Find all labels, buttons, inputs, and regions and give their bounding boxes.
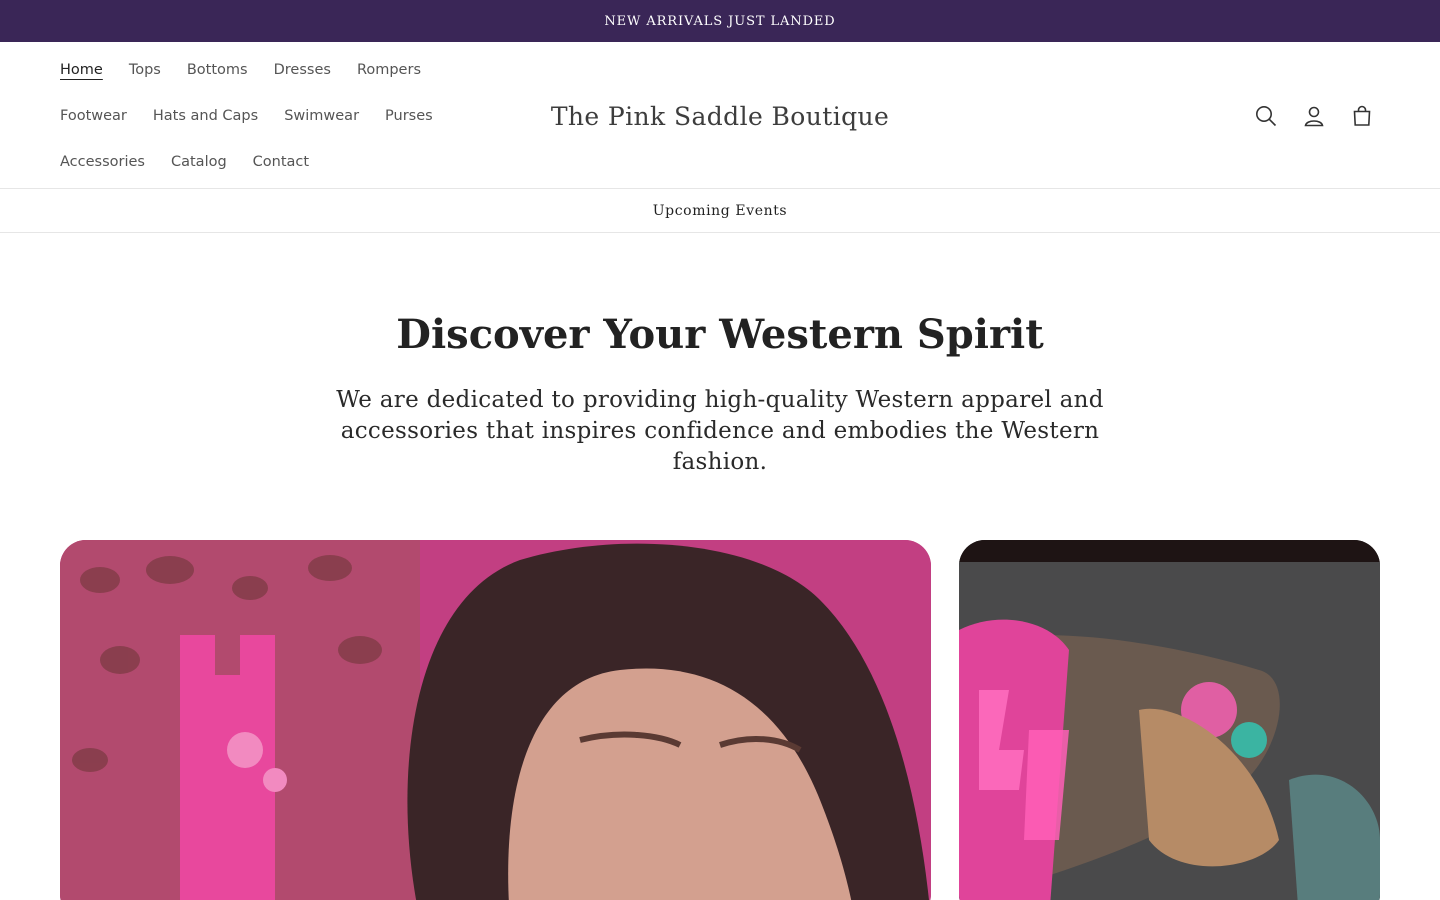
search-icon	[1256, 106, 1277, 127]
nav-catalog[interactable]: Catalog	[171, 154, 227, 170]
search-button[interactable]	[1254, 100, 1278, 132]
nav-accessories[interactable]: Accessories	[60, 154, 145, 170]
nav-upcoming-events[interactable]: Upcoming Events	[653, 203, 787, 219]
main-nav-row-2: Footwear Hats and Caps Swimwear Purses	[60, 93, 459, 139]
nav-contact[interactable]: Contact	[253, 154, 309, 170]
header-icons	[1254, 100, 1374, 132]
nav-home[interactable]: Home	[60, 62, 103, 78]
featured-image-logo-art[interactable]	[959, 540, 1380, 900]
account-icon	[1304, 106, 1324, 127]
nav-swimwear[interactable]: Swimwear	[284, 108, 359, 124]
secondary-nav: Upcoming Events	[0, 190, 1440, 233]
nav-dresses[interactable]: Dresses	[274, 62, 331, 78]
account-button[interactable]	[1302, 100, 1326, 132]
hero-title: Discover Your Western Spirit	[396, 311, 1044, 358]
hero-subtitle: We are dedicated to providing high-quali…	[336, 387, 1104, 475]
nav-footwear[interactable]: Footwear	[60, 108, 127, 124]
cart-button[interactable]	[1350, 100, 1374, 132]
logo-art-photo	[959, 540, 1380, 900]
store-logo[interactable]: The Pink Saddle Boutique	[520, 93, 920, 139]
site-header: Home Tops Bottoms Dresses Rompers Footwe…	[0, 42, 1440, 189]
cart-icon	[1353, 105, 1371, 126]
nav-rompers[interactable]: Rompers	[357, 62, 421, 78]
featured-image-portrait[interactable]	[60, 540, 931, 900]
portrait-photo	[60, 540, 931, 900]
announcement-text: NEW ARRIVALS JUST LANDED	[604, 13, 836, 29]
nav-tops[interactable]: Tops	[129, 62, 161, 78]
nav-bottoms[interactable]: Bottoms	[187, 62, 248, 78]
nav-hats-and-caps[interactable]: Hats and Caps	[153, 108, 258, 124]
announcement-bar: NEW ARRIVALS JUST LANDED	[0, 0, 1440, 42]
nav-purses[interactable]: Purses	[385, 108, 433, 124]
main-nav-row-1: Home Tops Bottoms Dresses Rompers	[60, 47, 447, 93]
main-nav-row-3: Accessories Catalog Contact	[60, 139, 335, 185]
